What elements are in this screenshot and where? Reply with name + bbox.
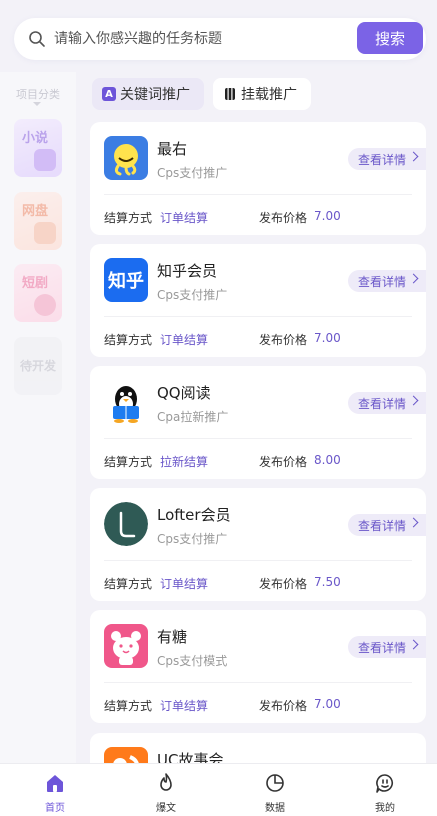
- divider: [104, 194, 412, 195]
- play-icon: [34, 294, 56, 316]
- divider: [104, 560, 412, 561]
- svg-text:知乎: 知乎: [108, 270, 144, 292]
- task-name: 最右: [157, 140, 188, 158]
- category-header: 项目分类: [16, 88, 60, 101]
- price-label: 发布价格: [259, 699, 308, 713]
- flame-icon: [160, 773, 172, 791]
- view-detail-button[interactable]: 查看详情: [348, 392, 426, 414]
- search-bar: 搜索: [14, 18, 426, 60]
- nav-item-data[interactable]: 数据: [245, 764, 305, 816]
- nav-item-mine[interactable]: 我的: [355, 764, 415, 816]
- nav-item-home[interactable]: 首页: [25, 764, 85, 816]
- view-detail-label: 查看详情: [358, 274, 407, 289]
- task-name: 知乎会员: [157, 262, 218, 280]
- task-subtype: Cpa拉新推广: [157, 410, 229, 424]
- settle-value: 订单结算: [160, 577, 209, 591]
- category-tile-label: 待开发: [20, 359, 57, 373]
- chevron-right-icon: [408, 395, 419, 406]
- task-subtype: Cps支付推广: [157, 288, 228, 302]
- mount-icon: [225, 88, 235, 100]
- price-label: 发布价格: [259, 577, 308, 591]
- chevron-right-icon: [408, 639, 419, 650]
- view-detail-button[interactable]: 查看详情: [348, 148, 426, 170]
- home-icon: [47, 775, 63, 792]
- price-value: 7.00: [314, 331, 341, 345]
- app-logo-qq-reading: [104, 380, 148, 424]
- divider: [104, 682, 412, 683]
- app-logo-zhihu: 知乎: [104, 258, 148, 302]
- task-card[interactable]: 有糖 Cps支付模式 查看详情 结算方式 订单结算 发布价格 7.00: [90, 610, 426, 723]
- task-card[interactable]: 最右 Cps支付推广 查看详情 结算方式 订单结算 发布价格 7.00: [90, 122, 426, 235]
- tab-mount-promotion[interactable]: 挂载推广: [213, 78, 311, 110]
- chevron-right-icon: [408, 273, 419, 284]
- nav-label: 数据: [265, 803, 285, 814]
- price-value: 7.00: [314, 697, 341, 711]
- category-sidebar: 项目分类 小说 网盘 短剧 待开发: [0, 72, 76, 764]
- app-logo-youtang: [104, 624, 148, 668]
- chevron-down-icon: [33, 102, 41, 106]
- settle-value: 订单结算: [160, 333, 209, 347]
- chat-bubble-icon: [376, 774, 394, 793]
- settle-value: 拉新结算: [160, 455, 209, 469]
- settle-label: 结算方式: [104, 455, 153, 469]
- category-tile-short-drama[interactable]: 短剧: [14, 264, 62, 322]
- view-detail-label: 查看详情: [358, 640, 407, 655]
- task-subtype: Cps支付推广: [157, 166, 228, 180]
- view-detail-label: 查看详情: [358, 518, 407, 533]
- category-tile-netdisk[interactable]: 网盘: [14, 192, 62, 250]
- settle-label: 结算方式: [104, 211, 153, 225]
- settle-label: 结算方式: [104, 699, 153, 713]
- task-card[interactable]: 知乎 知乎会员 Cps支付推广 查看详情 结算方式 订单结算 发布价格 7.00: [90, 244, 426, 357]
- view-detail-label: 查看详情: [358, 396, 407, 411]
- price-value: 7.50: [314, 575, 341, 589]
- category-tile-label: 短剧: [22, 276, 49, 291]
- tab-keyword-promotion[interactable]: A 关键词推广: [92, 78, 204, 110]
- search-icon: [29, 31, 45, 47]
- tab-label: 关键词推广: [120, 87, 190, 103]
- search-button[interactable]: 搜索: [357, 22, 423, 54]
- settle-label: 结算方式: [104, 333, 153, 347]
- price-label: 发布价格: [259, 211, 308, 225]
- category-tile-novel[interactable]: 小说: [14, 119, 62, 177]
- app-logo-lofter: [104, 502, 148, 546]
- nav-item-hot-articles[interactable]: 爆文: [136, 764, 196, 816]
- view-detail-button[interactable]: 查看详情: [348, 636, 426, 658]
- category-tile-label: 网盘: [22, 204, 49, 219]
- category-tile-coming-soon[interactable]: 待开发: [14, 337, 62, 395]
- task-name: 有糖: [157, 628, 188, 646]
- task-subtype: Cps支付模式: [157, 654, 228, 668]
- task-card[interactable]: QQ阅读 Cpa拉新推广 查看详情 结算方式 拉新结算 发布价格 8.00: [90, 366, 426, 479]
- price-label: 发布价格: [259, 455, 308, 469]
- book-icon: [34, 149, 56, 171]
- settle-value: 订单结算: [160, 211, 209, 225]
- folder-icon: [34, 222, 56, 244]
- pie-chart-icon: [266, 774, 284, 792]
- chevron-right-icon: [408, 151, 419, 162]
- settle-value: 订单结算: [160, 699, 209, 713]
- task-name: QQ阅读: [157, 384, 211, 402]
- task-card[interactable]: Lofter会员 Cps支付推广 查看详情 结算方式 订单结算 发布价格 7.5…: [90, 488, 426, 601]
- price-value: 8.00: [314, 453, 341, 467]
- bottom-nav: 首页 爆文 数据 我的: [0, 763, 437, 816]
- task-subtype: Cps支付推广: [157, 532, 228, 546]
- tab-label: 挂载推广: [241, 87, 297, 103]
- view-detail-button[interactable]: 查看详情: [348, 270, 426, 292]
- nav-label: 我的: [375, 803, 395, 814]
- search-input[interactable]: [54, 18, 354, 60]
- task-name: Lofter会员: [157, 506, 231, 524]
- view-detail-label: 查看详情: [358, 152, 407, 167]
- nav-label: 爆文: [156, 803, 176, 814]
- price-value: 7.00: [314, 209, 341, 223]
- nav-label: 首页: [45, 803, 65, 814]
- chevron-right-icon: [408, 517, 419, 528]
- settle-label: 结算方式: [104, 577, 153, 591]
- category-tile-label: 小说: [22, 131, 49, 146]
- divider: [104, 316, 412, 317]
- keyword-a-icon: A: [102, 87, 116, 101]
- price-label: 发布价格: [259, 333, 308, 347]
- divider: [104, 438, 412, 439]
- view-detail-button[interactable]: 查看详情: [348, 514, 426, 536]
- app-logo-zuiyou: [104, 136, 148, 180]
